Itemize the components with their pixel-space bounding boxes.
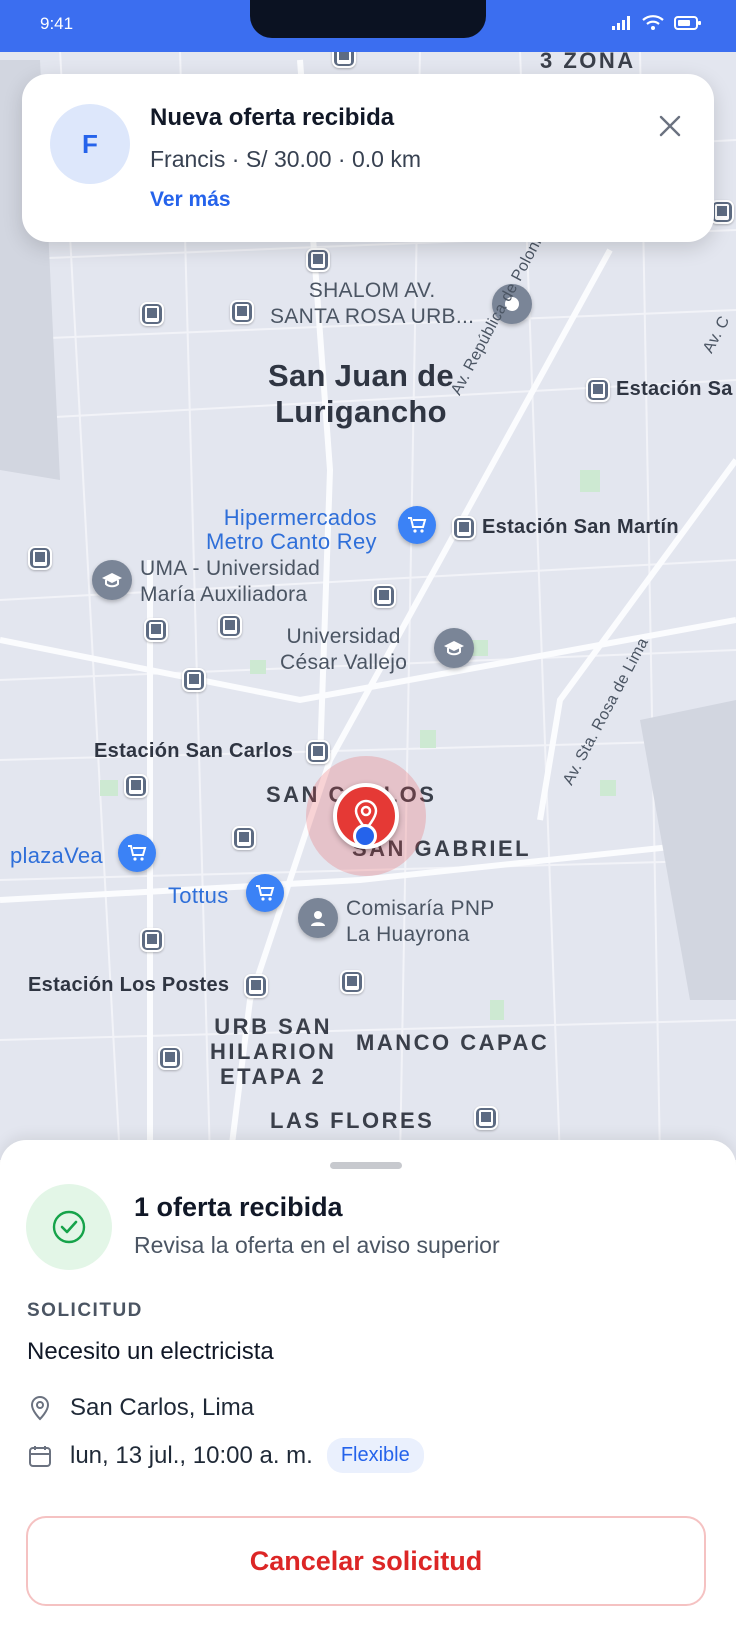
cancel-request-button[interactable]: Cancelar solicitud (26, 1516, 706, 1606)
bus-stop-icon[interactable] (28, 546, 52, 570)
request-text: Necesito un electricista (27, 1338, 274, 1365)
bus-stop-icon[interactable] (158, 1046, 182, 1070)
bus-stop-icon[interactable] (182, 668, 206, 692)
current-location-dot (353, 824, 377, 848)
status-bar: 9:41 (0, 0, 736, 52)
flexible-badge: Flexible (326, 1438, 424, 1473)
bus-stop-icon[interactable] (124, 774, 148, 798)
drag-handle[interactable] (330, 1162, 402, 1169)
notification-subtitle: Francis · S/ 30.00 · 0.0 km (150, 146, 421, 172)
station-label: Estación Sa (616, 378, 733, 400)
station-label: Estación San Martín (482, 516, 679, 538)
offer-notification[interactable]: F Nueva oferta recibida Francis · S/ 30.… (22, 74, 714, 242)
wifi-icon (642, 15, 664, 36)
graduation-cap-icon[interactable] (92, 560, 132, 600)
station-label: Estación Los Postes (28, 974, 230, 996)
datetime-text: lun, 13 jul., 10:00 a. m. (70, 1441, 313, 1469)
see-more-link[interactable]: Ver más (150, 188, 231, 212)
district-label: LAS FLORES (270, 1108, 435, 1133)
shopping-cart-icon[interactable] (118, 834, 156, 872)
district-label: MANCO CAPAC (356, 1030, 550, 1055)
signal-icon (612, 16, 632, 35)
battery-icon (674, 16, 702, 35)
poi-label: Hipermercados Metro Canto Rey (206, 505, 377, 554)
bus-stop-icon[interactable] (306, 248, 330, 272)
notification-title: Nueva oferta recibida (150, 104, 395, 131)
offers-title: 1 oferta recibida (134, 1192, 343, 1222)
police-icon[interactable] (298, 898, 338, 938)
location-icon (26, 1394, 54, 1422)
graduation-cap-icon[interactable] (434, 628, 474, 668)
bus-stop-icon[interactable] (452, 516, 476, 540)
bus-stop-icon[interactable] (140, 928, 164, 952)
check-circle-icon (26, 1184, 112, 1270)
bus-stop-icon[interactable] (586, 378, 610, 402)
poi-label: UMA - Universidad María Auxiliadora (140, 557, 321, 606)
datetime-row: lun, 13 jul., 10:00 a. m. Flexible (26, 1438, 424, 1473)
bus-stop-icon[interactable] (230, 300, 254, 324)
status-time: 9:41 (40, 14, 74, 33)
bus-stop-icon[interactable] (232, 826, 256, 850)
bus-stop-icon[interactable] (306, 740, 330, 764)
poi-label: Comisaría PNP La Huayrona (346, 897, 495, 946)
avatar: F (50, 104, 130, 184)
bottom-sheet: 1 oferta recibida Revisa la oferta en el… (0, 1140, 736, 1648)
bus-stop-icon[interactable] (244, 974, 268, 998)
bus-stop-icon[interactable] (218, 614, 242, 638)
close-icon[interactable] (654, 110, 686, 142)
bus-stop-icon[interactable] (144, 618, 168, 642)
bus-stop-icon[interactable] (474, 1106, 498, 1130)
bus-stop-icon[interactable] (372, 584, 396, 608)
area-title: San Juan de Lurigancho (268, 358, 454, 429)
calendar-icon (26, 1442, 54, 1470)
section-label: SOLICITUD (27, 1300, 143, 1321)
poi-label: SHALOM AV. SANTA ROSA URB... (270, 279, 475, 328)
offers-subtitle: Revisa la oferta en el aviso superior (134, 1232, 500, 1258)
bus-stop-icon[interactable] (340, 970, 364, 994)
location-text: San Carlos, Lima (70, 1394, 255, 1421)
shopping-cart-icon[interactable] (398, 506, 436, 544)
bus-stop-icon[interactable] (140, 302, 164, 326)
station-label: Estación San Carlos (94, 740, 294, 762)
shopping-cart-icon[interactable] (246, 874, 284, 912)
camera-notch (250, 0, 486, 38)
location-row: San Carlos, Lima (26, 1394, 254, 1422)
poi-label: Universidad César Vallejo (280, 625, 408, 674)
poi-label: plazaVea (10, 843, 103, 868)
district-label: URB SAN HILARION ETAPA 2 (210, 1014, 337, 1089)
poi-label: Tottus (168, 883, 229, 908)
